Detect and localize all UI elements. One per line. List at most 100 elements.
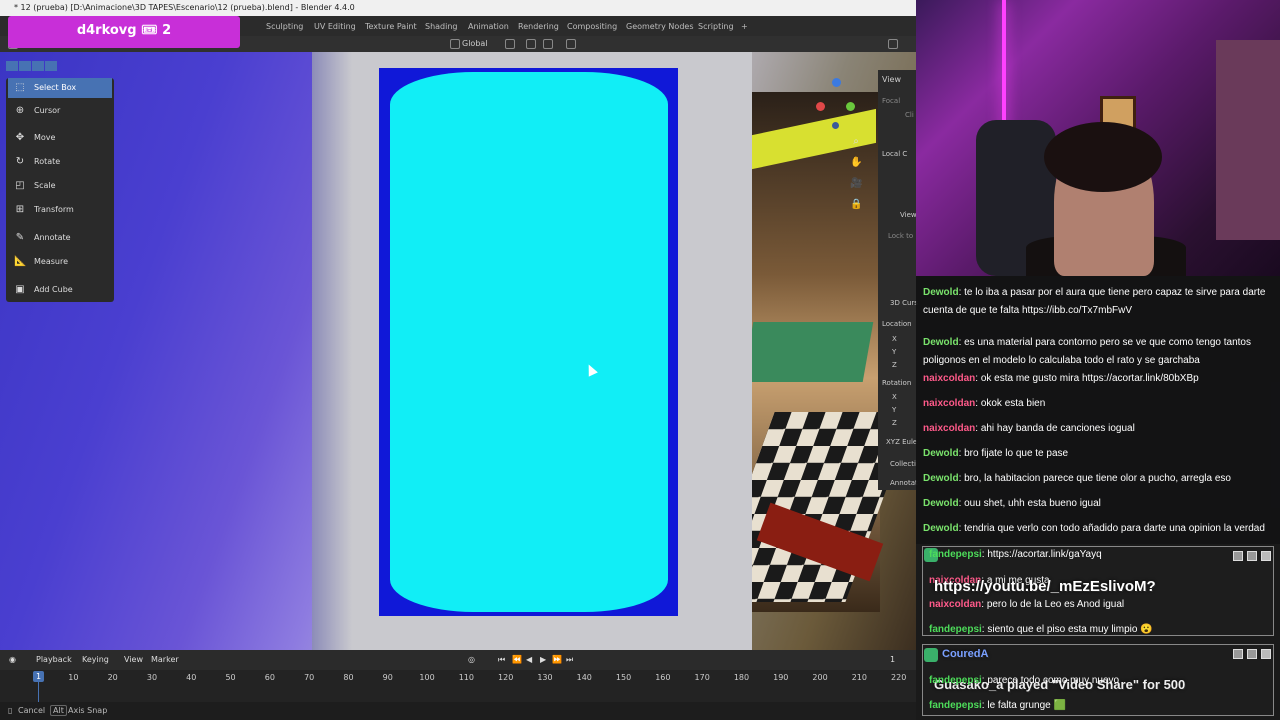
3d-viewport[interactable] [0,52,916,650]
pan-hand-icon[interactable]: ✋ [850,157,862,169]
chat-username[interactable]: naixcoldan [923,373,975,384]
orientation-dropdown[interactable]: Global [462,38,488,50]
select-extend-icon[interactable] [19,61,31,71]
maximize-icon[interactable] [1247,551,1257,561]
snap-icon[interactable] [526,39,536,49]
chat-username[interactable]: Dewold [923,448,959,459]
play-icon[interactable]: ▶ [540,655,546,664]
npanel-location: Location [882,320,912,328]
select-subtract-icon[interactable] [32,61,44,71]
chat-text: okok esta bien [980,398,1046,409]
select-new-icon[interactable] [6,61,18,71]
gizmo-z-axis[interactable] [832,78,841,87]
gizmo-neg-z[interactable] [832,122,839,129]
navigation-gizmo[interactable] [812,78,860,129]
chat-username[interactable]: Dewold [923,523,959,534]
chat-text: bro, la habitacion parece que tiene olor… [964,473,1231,484]
cursor-icon: ⊕ [15,105,25,116]
tool-scale[interactable]: ◰ Scale [8,176,112,196]
timeline-menu-keying[interactable]: Keying [82,655,109,664]
lock-icon[interactable]: 🔒 [850,199,862,211]
jump-end-icon[interactable]: ⏭ [566,655,573,665]
tab-scripting[interactable]: Scripting [698,19,734,34]
chat-message: Dewold: bro, la habitacion parece que ti… [923,473,1231,484]
timeline-menu-marker[interactable]: Marker [151,655,179,664]
chat-username[interactable]: Dewold [923,473,959,484]
minimize-icon[interactable] [1233,551,1243,561]
tab-shading[interactable]: Shading [425,19,458,34]
status-cancel: Cancel [18,706,46,715]
tab-geometry-nodes[interactable]: Geometry Nodes [626,19,693,34]
tool-cursor[interactable]: ⊕ Cursor [8,101,112,121]
tool-transform[interactable]: ⊞ Transform [8,200,112,220]
record-icon[interactable]: ◎ [468,655,475,664]
play-reverse-icon[interactable]: ◀ [526,655,532,664]
timeline-tick: 220 [891,673,907,682]
timeline-editor-icon[interactable]: ◉ [9,655,16,664]
tool-annotate[interactable]: ✎ Annotate [8,228,112,248]
timeline-tick: 60 [264,673,275,682]
add-cube-icon: ▣ [15,284,25,295]
maximize-icon[interactable] [1247,649,1257,659]
prev-key-icon[interactable]: ⏪ [512,655,522,664]
npanel-euler-mode[interactable]: XYZ Eule [886,438,917,446]
close-icon[interactable] [1261,551,1271,561]
npanel-view-lock-header[interactable]: View [900,211,917,219]
tool-select-box[interactable]: ⬚ Select Box [8,78,112,98]
measure-icon: 📐 [14,256,27,267]
chat-text: es una material para contorno pero se ve… [923,337,1251,366]
window-title: * 12 (prueba) [D:\Animacione\3D TAPES\Es… [14,3,355,12]
tab-uv-editing[interactable]: UV Editing [314,19,356,34]
gizmo-y-axis[interactable] [846,102,855,111]
chat-username[interactable]: naixcoldan [923,398,975,409]
tab-sculpting[interactable]: Sculpting [266,19,303,34]
pivot-icon[interactable] [505,39,515,49]
jump-start-icon[interactable]: ⏮ [498,655,505,665]
gizmo-toggle-icon[interactable] [888,39,898,49]
chat-text: te lo iba a pasar por el aura que tiene … [923,287,1266,316]
playhead[interactable]: 1 [33,671,44,682]
tab-compositing[interactable]: Compositing [567,19,617,34]
npanel-collection[interactable]: Collecti [890,460,916,468]
npanel-view-header[interactable]: View [882,75,901,84]
npanel-3d-cursor-header[interactable]: 3D Curs [890,299,918,307]
tab-texture-paint[interactable]: Texture Paint [365,19,417,34]
select-invert-icon[interactable] [45,61,57,71]
chat-message: Dewold: te lo iba a pasar por el aura qu… [923,287,1266,316]
timeline-tick: 90 [382,673,393,682]
tool-label: Select Box [34,83,77,92]
next-key-icon[interactable]: ⏩ [552,655,562,664]
tab-rendering[interactable]: Rendering [518,19,559,34]
tool-label: Cursor [34,106,61,115]
gizmo-x-axis[interactable] [816,102,825,111]
tool-rotate[interactable]: ↻ Rotate [8,152,112,172]
select-mode-icons[interactable] [6,56,58,71]
timeline-tick: 160 [655,673,671,682]
tool-move[interactable]: ✥ Move [8,128,112,148]
npanel-annotations[interactable]: Annotat [890,479,918,487]
minimize-icon[interactable] [1233,649,1243,659]
sidebar-n-panel [878,70,916,490]
npanel-lock-to: Lock to [888,232,914,240]
close-icon[interactable] [1261,649,1271,659]
tool-add-cube[interactable]: ▣ Add Cube [8,280,112,300]
chat-username[interactable]: Dewold [923,287,959,298]
window-title-bar: * 12 (prueba) [D:\Animacione\3D TAPES\Es… [0,0,916,16]
tab-animation[interactable]: Animation [468,19,509,34]
current-frame-field[interactable]: 1 [890,655,895,664]
tool-measure[interactable]: 📐 Measure [8,252,112,272]
tool-label: Rotate [34,157,61,166]
timeline-menu-playback[interactable]: Playback [36,655,72,664]
timeline-tick: 20 [107,673,118,682]
camera-icon[interactable]: 🎥 [850,178,862,190]
scale-icon: ◰ [15,180,25,191]
proportional-edit-icon[interactable] [566,39,576,49]
add-workspace-button[interactable]: + [741,19,748,34]
zoom-icon[interactable]: ⌕ [850,136,862,148]
chat-username[interactable]: Dewold [923,498,959,509]
chat-username[interactable]: naixcoldan [923,423,975,434]
chat-username[interactable]: Dewold [923,337,959,348]
timeline-menu-view[interactable]: View [124,655,143,664]
snap-target-icon[interactable] [543,39,553,49]
status-bar: ▯ Cancel Alt Axis Snap [0,702,916,720]
